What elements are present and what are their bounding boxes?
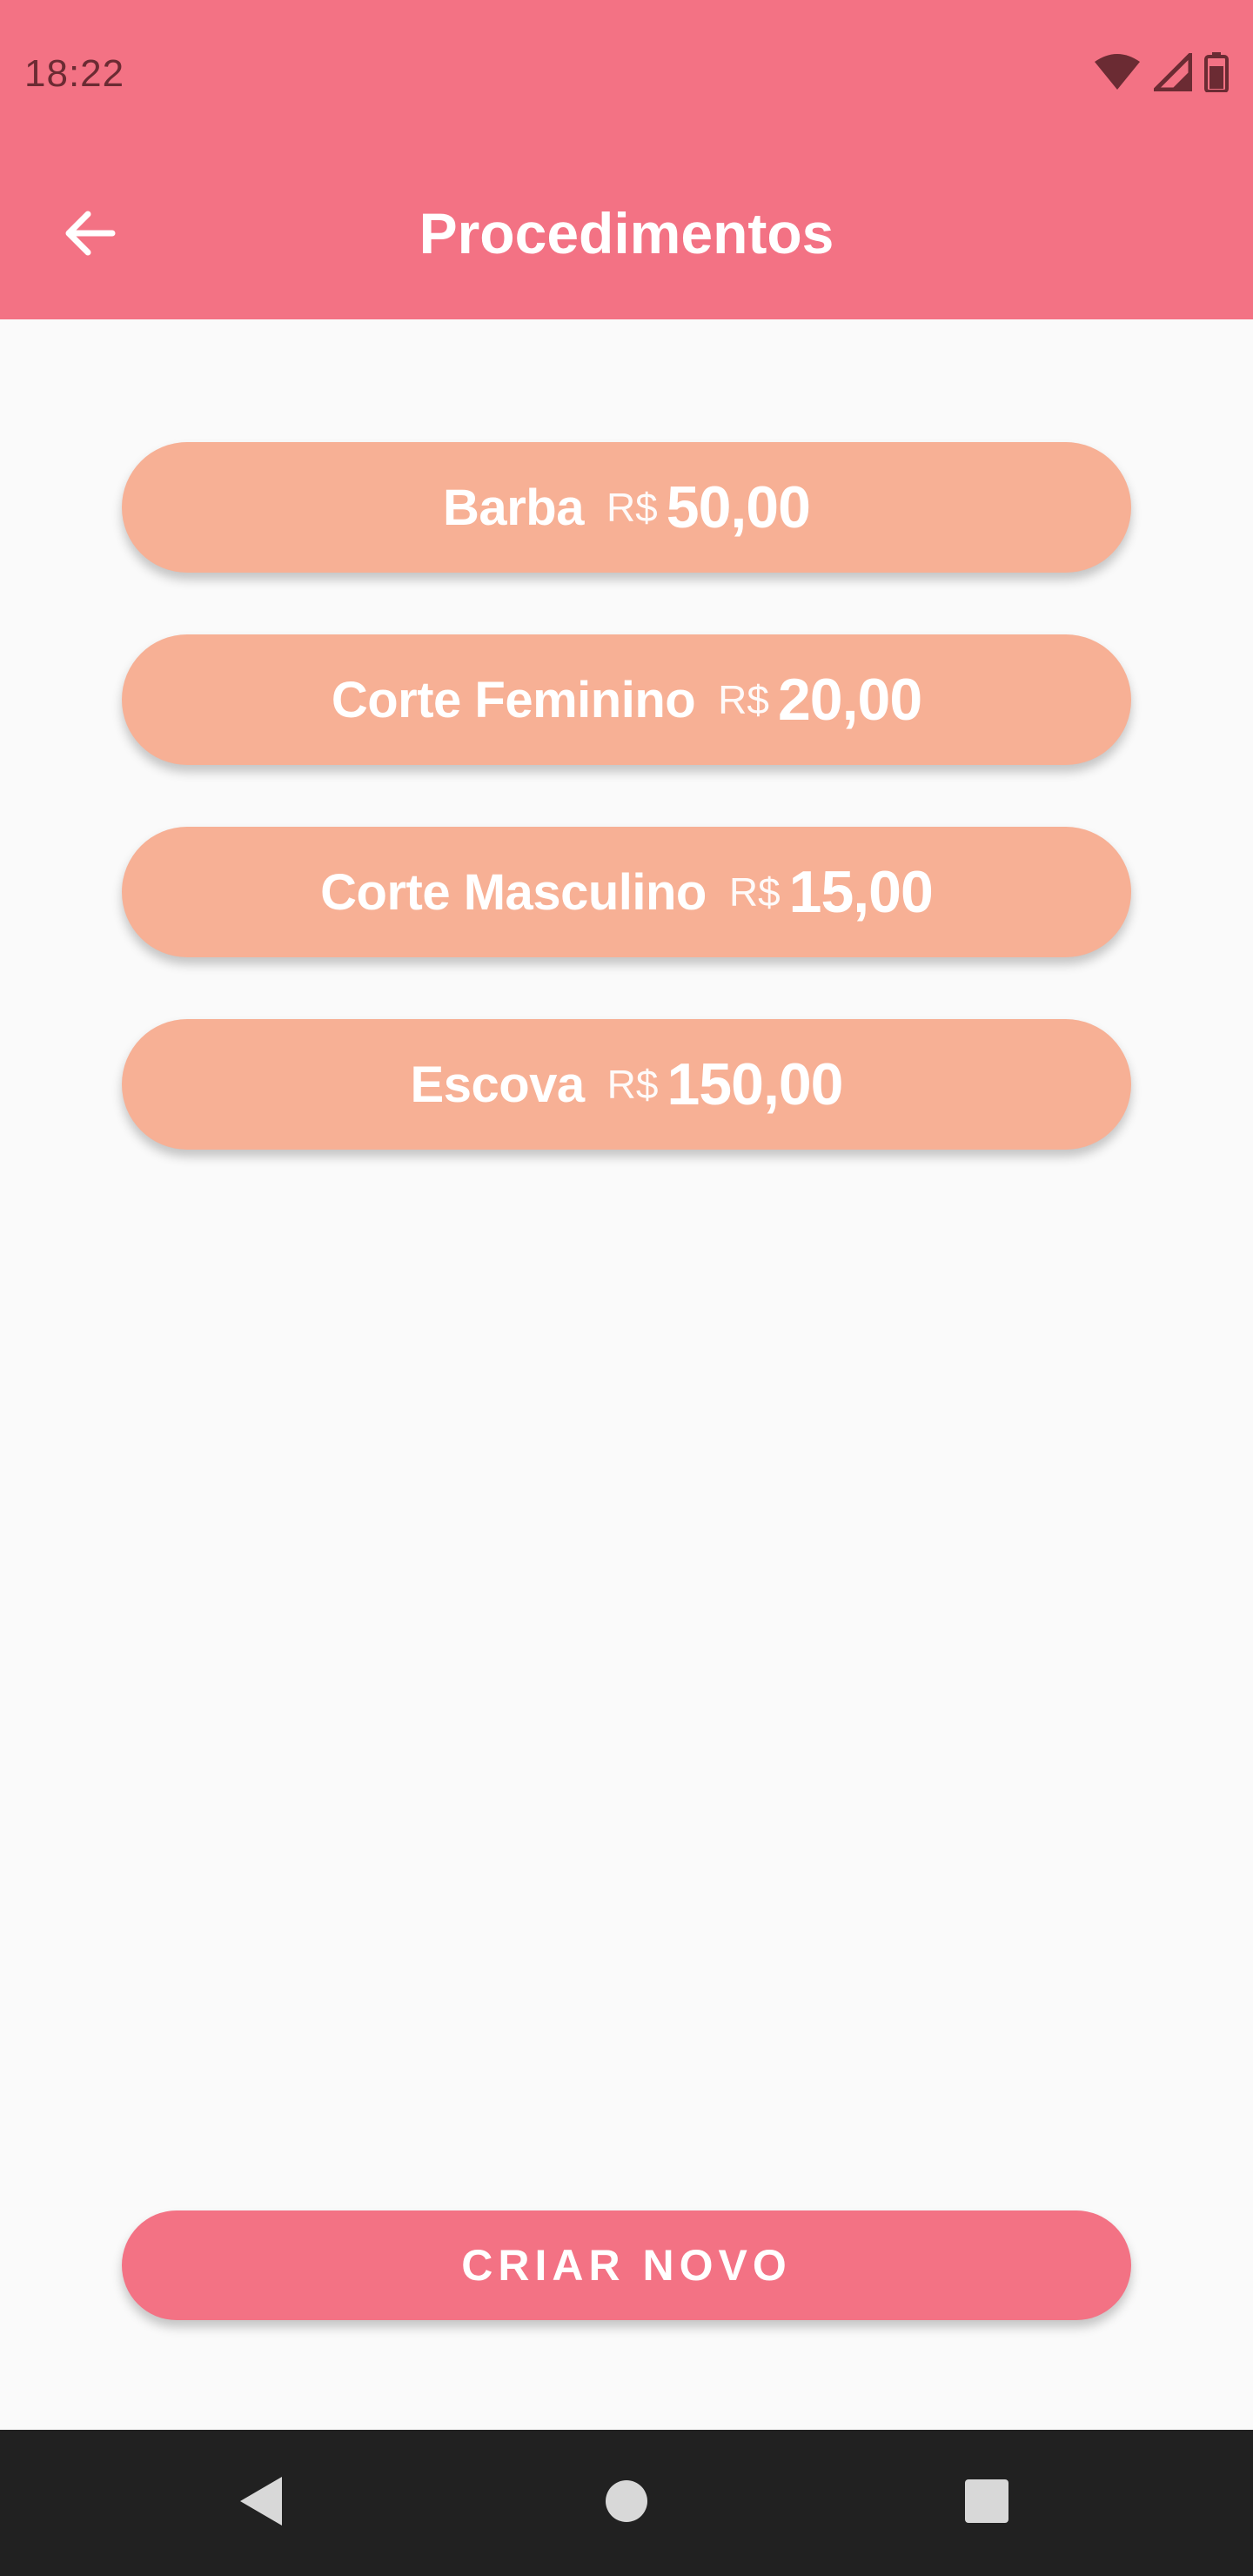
procedure-list: Barba R$ 50,00 Corte Feminino R$ 20,00 C…	[122, 442, 1131, 1211]
status-bar: 18:22	[0, 0, 1253, 152]
wifi-icon	[1093, 53, 1142, 96]
status-icons	[1093, 49, 1229, 97]
procedure-button-escova[interactable]: Escova R$ 150,00	[122, 1019, 1131, 1150]
nav-home-icon	[604, 2479, 649, 2528]
page-title: Procedimentos	[419, 201, 834, 265]
nav-back-button[interactable]	[226, 2468, 296, 2538]
system-nav-bar	[0, 2430, 1253, 2576]
procedure-price: 50,00	[666, 474, 811, 540]
screen: 18:22 Procedimentos Barba R$ 50,00 Corte…	[0, 0, 1253, 2576]
procedure-currency: R$	[718, 677, 769, 722]
procedure-price: 15,00	[788, 859, 934, 925]
procedure-price: 20,00	[777, 667, 922, 733]
procedure-button-barba[interactable]: Barba R$ 50,00	[122, 442, 1131, 573]
procedure-price: 150,00	[667, 1051, 843, 1117]
cell-signal-icon	[1149, 49, 1193, 96]
nav-back-icon	[235, 2473, 287, 2533]
status-time: 18:22	[24, 52, 125, 95]
battery-icon	[1204, 51, 1229, 97]
nav-recents-icon	[964, 2479, 1009, 2528]
procedure-name: Corte Masculino	[320, 863, 707, 921]
procedure-currency: R$	[606, 485, 658, 530]
procedure-name: Barba	[443, 479, 584, 536]
create-new-button[interactable]: CRIAR NOVO	[122, 2210, 1131, 2320]
procedure-currency: R$	[606, 1062, 659, 1107]
procedure-button-corte-feminino[interactable]: Corte Feminino R$ 20,00	[122, 634, 1131, 765]
nav-recents-button[interactable]	[952, 2468, 1022, 2538]
procedure-currency: R$	[728, 869, 781, 915]
procedure-name: Escova	[410, 1056, 586, 1113]
app-bar: Procedimentos	[0, 152, 1253, 319]
procedure-name: Corte Feminino	[331, 671, 696, 728]
nav-home-button[interactable]	[592, 2468, 661, 2538]
procedure-button-corte-masculino[interactable]: Corte Masculino R$ 15,00	[122, 827, 1131, 957]
